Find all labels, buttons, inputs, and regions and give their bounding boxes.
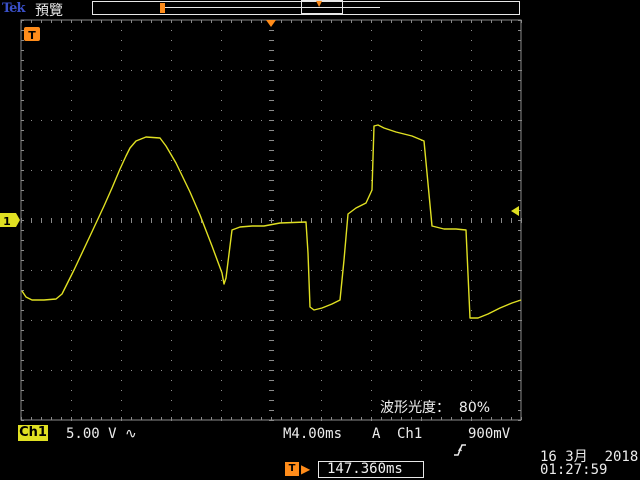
rising-edge-icon [436, 426, 467, 462]
trigger-position-arrow-icon: ▶ [301, 462, 311, 476]
trigger-marker: T [24, 27, 40, 42]
trigger-source: Ch1 [397, 426, 423, 442]
waveform-intensity-readout: 波形光度： 80% [380, 397, 490, 417]
oscilloscope-display: T 1 [0, 19, 522, 421]
channel1-scale: 5.00 V ∿ [66, 426, 137, 442]
trigger-level: 900mV [468, 426, 511, 442]
trigger-mode: A [372, 426, 381, 442]
record-center-marker-icon: ▼ [316, 0, 323, 8]
trigger-marker-label: T [28, 29, 36, 42]
intensity-value: 80% [458, 400, 491, 416]
channel1-marker-label: 1 [3, 215, 11, 228]
channel1-ground-marker: 1 [0, 213, 20, 228]
brand-logo: Tek [2, 1, 25, 16]
graticule [20, 19, 522, 421]
trigger-position-marker [266, 20, 276, 27]
record-line [163, 7, 380, 8]
time-readout: 01:27:59 [540, 462, 608, 478]
timebase-readout: M4.00ms [283, 426, 343, 442]
channel1-badge[interactable]: Ch1 [18, 425, 48, 441]
record-trigger-marker [160, 3, 165, 13]
ac-coupling-icon: ∿ [125, 426, 137, 442]
trigger-position-value: 147.360ms [318, 461, 424, 478]
trigger-position-badge: T [285, 462, 299, 476]
trigger-level-marker [511, 206, 519, 216]
intensity-label: 波形光度： [380, 400, 450, 416]
